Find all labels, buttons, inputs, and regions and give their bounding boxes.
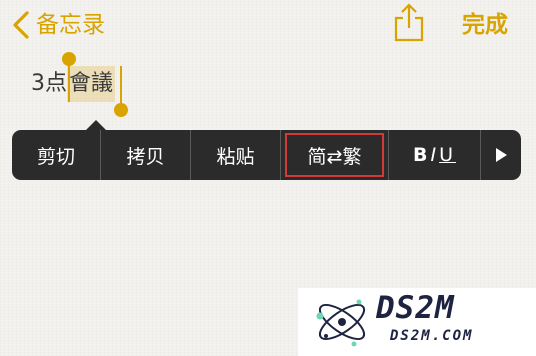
format-button[interactable]: BIU (389, 130, 481, 180)
share-button[interactable] (392, 2, 426, 42)
note-text-line[interactable]: 3点 會議 (31, 66, 116, 102)
atom-logo-icon (316, 299, 366, 347)
share-icon (394, 3, 424, 42)
italic-label: I (430, 144, 440, 166)
done-button[interactable]: 完成 (462, 8, 508, 42)
bold-label: B (412, 144, 431, 166)
selected-text[interactable]: 會議 (67, 66, 116, 102)
back-button[interactable]: 备忘录 (10, 8, 105, 42)
back-label: 备忘录 (36, 12, 105, 38)
note-text[interactable]: 3点 (31, 66, 67, 102)
selection-end-handle-knob[interactable] (114, 103, 128, 117)
copy-button[interactable]: 拷贝 (101, 130, 191, 180)
watermark: DS2M DS2M.COM (298, 288, 536, 356)
more-button[interactable] (481, 130, 521, 180)
convert-chinese-button[interactable]: 简⇄繁 (281, 130, 389, 180)
triangle-right-icon (495, 148, 507, 162)
watermark-title: DS2M (376, 290, 455, 326)
selection-start-handle-knob[interactable] (62, 52, 76, 66)
highlight-box (285, 133, 384, 177)
watermark-domain: DS2M.COM (390, 328, 474, 344)
selection-start-handle[interactable] (68, 60, 70, 102)
paste-button[interactable]: 粘贴 (191, 130, 281, 180)
chevron-left-icon (13, 11, 29, 39)
cut-button[interactable]: 剪切 (12, 130, 101, 180)
underline-label: U (439, 144, 456, 166)
edit-menu: 剪切 拷贝 粘贴 简⇄繁 BIU (12, 130, 521, 180)
